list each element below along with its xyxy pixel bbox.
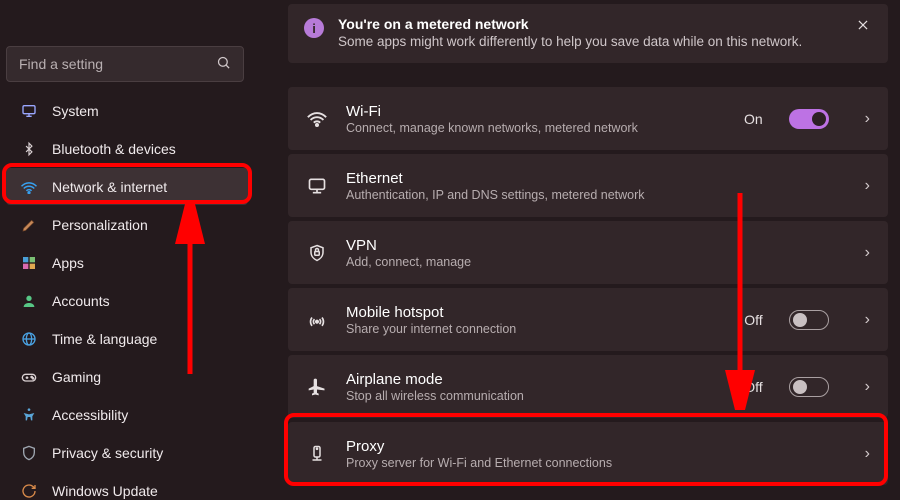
chevron-right-icon: › xyxy=(865,378,870,396)
card-title: Mobile hotspot xyxy=(346,304,726,321)
bluetooth-icon xyxy=(20,140,38,158)
card-subtitle: Share your internet connection xyxy=(346,322,726,336)
accessibility-icon xyxy=(20,406,38,424)
update-icon xyxy=(20,482,38,500)
network-icon xyxy=(20,178,38,196)
chevron-right-icon: › xyxy=(865,110,870,128)
nav-label: Bluetooth & devices xyxy=(52,141,176,157)
card-ethernet[interactable]: Ethernet Authentication, IP and DNS sett… xyxy=(288,154,888,217)
card-vpn[interactable]: VPN Add, connect, manage › xyxy=(288,221,888,284)
chevron-right-icon: › xyxy=(865,177,870,195)
card-title: VPN xyxy=(346,237,829,254)
vpn-icon xyxy=(306,242,328,264)
nav-list: System Bluetooth & devices Network & int… xyxy=(0,92,254,500)
nav-item-update[interactable]: Windows Update xyxy=(6,472,248,500)
nav-item-time-language[interactable]: Time & language xyxy=(6,320,248,357)
nav-item-bluetooth[interactable]: Bluetooth & devices xyxy=(6,130,248,167)
chevron-right-icon: › xyxy=(865,311,870,329)
banner-subtitle: Some apps might work differently to help… xyxy=(338,34,840,49)
sidebar: System Bluetooth & devices Network & int… xyxy=(0,0,258,500)
banner-close-button[interactable] xyxy=(854,16,872,39)
nav-label: Accounts xyxy=(52,293,110,309)
nav-label: Accessibility xyxy=(52,407,128,423)
nav-item-accessibility[interactable]: Accessibility xyxy=(6,396,248,433)
banner-title: You're on a metered network xyxy=(338,16,840,32)
nav-label: Apps xyxy=(52,255,84,271)
wifi-toggle[interactable] xyxy=(789,109,829,129)
ethernet-icon xyxy=(306,175,328,197)
nav-label: Gaming xyxy=(52,369,101,385)
privacy-icon xyxy=(20,444,38,462)
apps-icon xyxy=(20,254,38,272)
time-language-icon xyxy=(20,330,38,348)
nav-label: Privacy & security xyxy=(52,445,163,461)
metered-banner: i You're on a metered network Some apps … xyxy=(288,4,888,63)
accounts-icon xyxy=(20,292,38,310)
nav-item-accounts[interactable]: Accounts xyxy=(6,282,248,319)
nav-label: Personalization xyxy=(52,217,148,233)
card-title: Wi-Fi xyxy=(346,103,726,120)
search-box[interactable] xyxy=(6,46,244,82)
airplane-icon xyxy=(306,376,328,398)
hotspot-icon xyxy=(306,309,328,331)
personalization-icon xyxy=(20,216,38,234)
card-subtitle: Proxy server for Wi-Fi and Ethernet conn… xyxy=(346,456,829,470)
chevron-right-icon: › xyxy=(865,445,870,463)
nav-label: Time & language xyxy=(52,331,157,347)
card-title: Airplane mode xyxy=(346,371,726,388)
wifi-status-label: On xyxy=(744,111,763,127)
nav-label: Network & internet xyxy=(52,179,167,195)
nav-label: Windows Update xyxy=(52,483,158,499)
settings-cards: Wi-Fi Connect, manage known networks, me… xyxy=(288,87,888,485)
search-input[interactable] xyxy=(19,56,216,72)
main-panel: i You're on a metered network Some apps … xyxy=(258,0,900,500)
proxy-icon xyxy=(306,443,328,465)
hotspot-toggle[interactable] xyxy=(789,310,829,330)
nav-item-gaming[interactable]: Gaming xyxy=(6,358,248,395)
airplane-toggle[interactable] xyxy=(789,377,829,397)
card-subtitle: Authentication, IP and DNS settings, met… xyxy=(346,188,829,202)
card-wifi[interactable]: Wi-Fi Connect, manage known networks, me… xyxy=(288,87,888,150)
nav-label: System xyxy=(52,103,99,119)
nav-item-system[interactable]: System xyxy=(6,92,248,129)
card-title: Ethernet xyxy=(346,170,829,187)
nav-item-apps[interactable]: Apps xyxy=(6,244,248,281)
gaming-icon xyxy=(20,368,38,386)
search-icon xyxy=(216,55,231,73)
hotspot-status-label: Off xyxy=(744,312,762,328)
card-subtitle: Stop all wireless communication xyxy=(346,389,726,403)
nav-item-privacy[interactable]: Privacy & security xyxy=(6,434,248,471)
card-airplane[interactable]: Airplane mode Stop all wireless communic… xyxy=(288,355,888,418)
airplane-status-label: Off xyxy=(744,379,762,395)
info-icon: i xyxy=(304,18,324,38)
chevron-right-icon: › xyxy=(865,244,870,262)
card-subtitle: Add, connect, manage xyxy=(346,255,829,269)
nav-item-personalization[interactable]: Personalization xyxy=(6,206,248,243)
wifi-icon xyxy=(306,108,328,130)
card-hotspot[interactable]: Mobile hotspot Share your internet conne… xyxy=(288,288,888,351)
card-subtitle: Connect, manage known networks, metered … xyxy=(346,121,726,135)
system-icon xyxy=(20,102,38,120)
card-title: Proxy xyxy=(346,438,829,455)
card-proxy[interactable]: Proxy Proxy server for Wi-Fi and Etherne… xyxy=(288,422,888,485)
nav-item-network[interactable]: Network & internet xyxy=(6,168,248,205)
banner-texts: You're on a metered network Some apps mi… xyxy=(338,16,840,49)
